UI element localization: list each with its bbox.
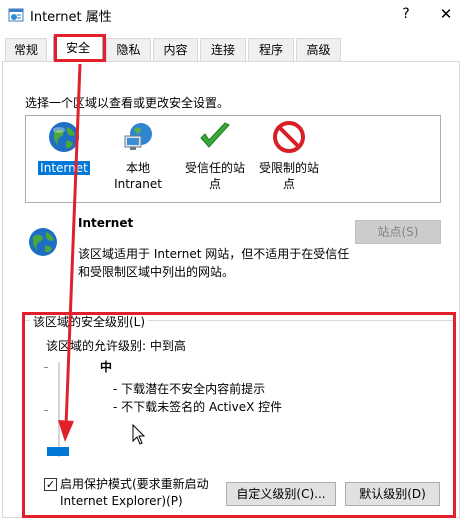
tab-content[interactable]: 内容 — [153, 38, 198, 61]
zone-label: 点 — [282, 177, 295, 191]
zone-local-intranet[interactable]: 本地 Intranet — [110, 116, 166, 192]
globe-icon — [29, 228, 57, 256]
zone-label: 本地 — [125, 161, 150, 175]
zone-internet[interactable]: Internet — [37, 116, 91, 176]
zone-label: Intranet — [114, 177, 162, 191]
help-button[interactable]: ? — [392, 3, 420, 25]
tab-programs[interactable]: 程序 — [248, 38, 294, 61]
zone-title: Internet — [78, 216, 134, 230]
tab-connections[interactable]: 连接 — [200, 38, 246, 61]
zone-label: 受限制的站 — [258, 161, 319, 175]
close-button[interactable]: ✕ — [430, 3, 462, 25]
title-bar: Internet 属性 ? ✕ — [0, 0, 465, 30]
tab-privacy[interactable]: 隐私 — [106, 38, 151, 61]
internet-options-icon — [8, 8, 24, 22]
globe-icon — [49, 122, 79, 152]
local-intranet-icon — [124, 123, 152, 150]
trusted-sites-icon — [200, 122, 230, 148]
tab-highlight-annotation — [54, 34, 106, 62]
zone-trusted-sites[interactable]: 受信任的站 点 — [180, 116, 250, 192]
tab-advanced[interactable]: 高级 — [296, 38, 341, 61]
zone-select-label: 选择一个区域以查看或更改安全设置。 — [25, 96, 230, 110]
tab-general[interactable]: 常规 — [5, 38, 47, 61]
zone-description-line: 该区域适用于 Internet 网站，但不适用于在受信任 — [78, 247, 350, 261]
sites-button[interactable]: 站点(S) — [355, 220, 441, 244]
security-level-highlight-annotation — [22, 312, 456, 518]
window-title: Internet 属性 — [30, 10, 112, 25]
zone-description-line: 和受限制区域中列出的网站。 — [78, 265, 235, 279]
zone-description: 该区域适用于 Internet 网站，但不适用于在受信任 和受限制区域中列出的网… — [78, 245, 358, 281]
zone-restricted-sites[interactable]: 受限制的站 点 — [254, 116, 324, 192]
zone-label: 点 — [208, 177, 221, 191]
restricted-sites-icon — [273, 121, 305, 153]
zone-label: 受信任的站 — [184, 161, 245, 175]
zone-label: Internet — [38, 161, 90, 175]
